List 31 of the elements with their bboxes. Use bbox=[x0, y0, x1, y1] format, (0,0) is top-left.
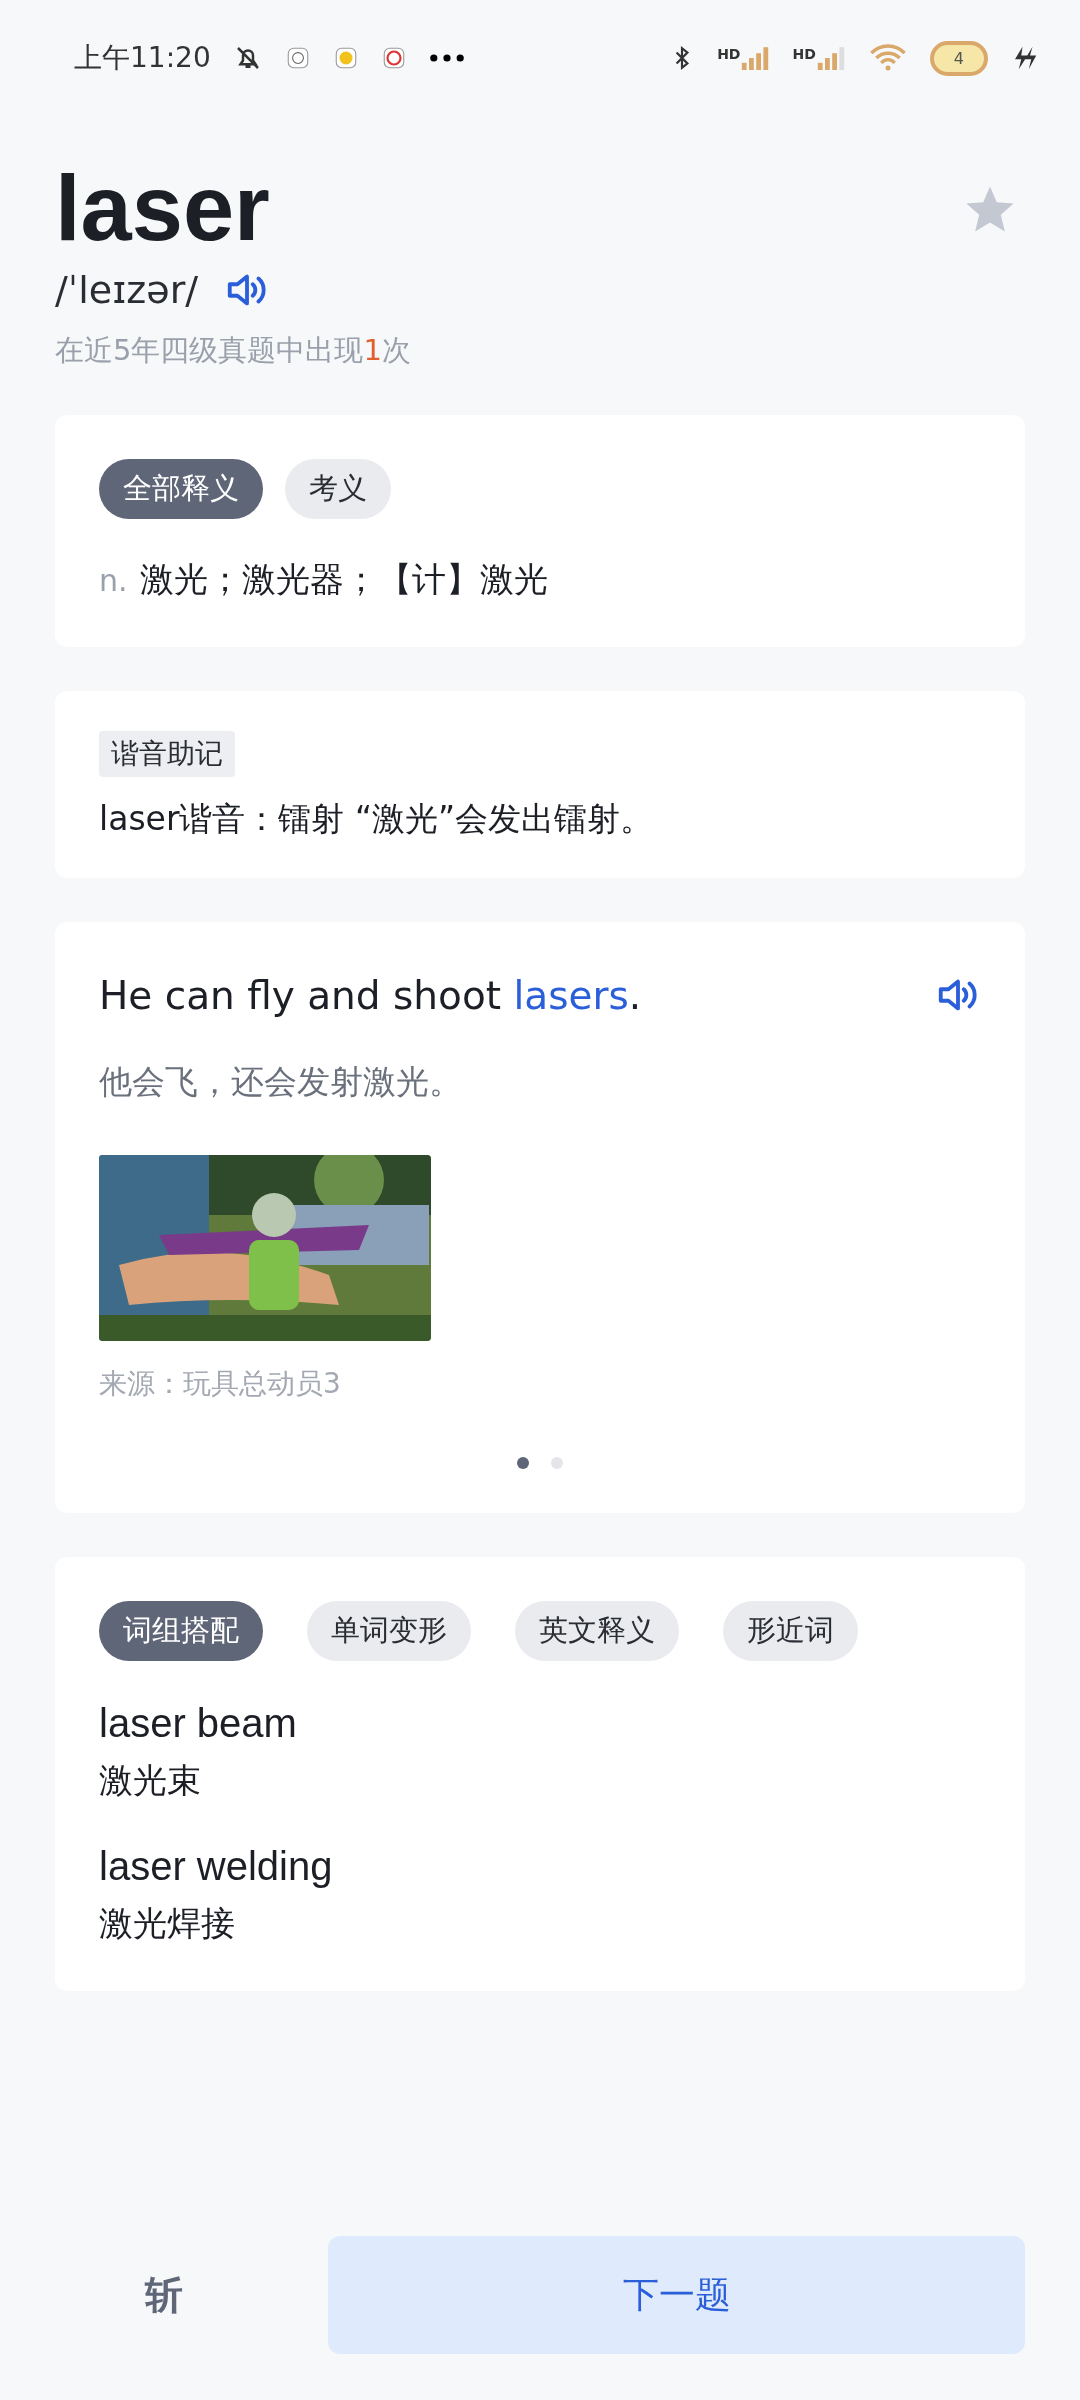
next-question-button[interactable]: 下一题 bbox=[328, 2236, 1025, 2354]
headword: laser bbox=[55, 158, 270, 260]
phrases-tab[interactable]: 英文释义 bbox=[515, 1601, 679, 1662]
exam-frequency: 在近5年四级真题中出现1次 bbox=[55, 332, 412, 370]
hd-label: HD bbox=[792, 46, 816, 62]
definition-tab[interactable]: 全部释义 bbox=[99, 459, 263, 520]
definition-text: 激光；激光器；【计】激光 bbox=[139, 558, 548, 602]
phrase-text: laser welding bbox=[99, 1844, 334, 1890]
example-sentence: He can fly and shoot lasers. bbox=[99, 972, 642, 1018]
phrase-meaning: 激光束 bbox=[99, 1759, 202, 1803]
signal-icon bbox=[740, 46, 771, 70]
phrases-tab[interactable]: 形近词 bbox=[723, 1601, 858, 1662]
hd-label: HD bbox=[717, 46, 741, 62]
phrase-text: laser beam bbox=[99, 1701, 298, 1747]
mnemonic-text: laser谐音：镭射 “激光”会发出镭射。 bbox=[99, 798, 655, 841]
phrases-tab[interactable]: 词组搭配 bbox=[99, 1601, 263, 1662]
signal-icon bbox=[815, 46, 846, 70]
pager-dot[interactable] bbox=[551, 1457, 563, 1470]
mnemonic-tag: 谐音助记 bbox=[99, 731, 235, 778]
phrase-meaning: 激光焊接 bbox=[99, 1902, 236, 1946]
skip-button[interactable]: 斩 bbox=[55, 2268, 273, 2322]
phonetic: /ˈleɪzər/ bbox=[55, 268, 199, 313]
status-time: 上午11:20 bbox=[74, 40, 211, 76]
definition-tab[interactable]: 考义 bbox=[285, 459, 391, 520]
more-icon bbox=[428, 53, 465, 63]
battery-indicator: 4 bbox=[929, 40, 988, 76]
pager-dot[interactable] bbox=[517, 1457, 529, 1470]
image-source: 来源：玩具总动员3 bbox=[99, 1366, 342, 1403]
part-of-speech: n. bbox=[99, 563, 128, 599]
example-translation: 他会飞，还会发射激光。 bbox=[99, 1061, 463, 1104]
phrases-tab[interactable]: 单词变形 bbox=[307, 1601, 471, 1662]
